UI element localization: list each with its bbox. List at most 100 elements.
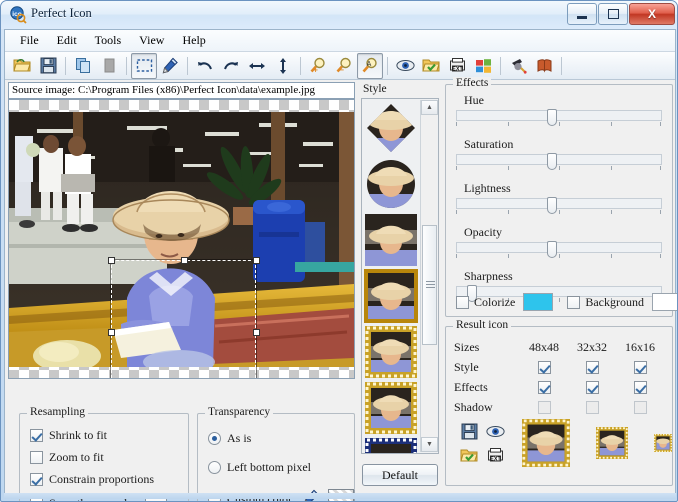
- slider-saturation-label: Saturation: [464, 137, 514, 151]
- selection-handle-e[interactable]: [253, 329, 260, 336]
- effects-48-checkbox[interactable]: [537, 380, 551, 394]
- result-actions-and-previews: EXT: [456, 419, 672, 470]
- style-thumb-circle[interactable]: [365, 158, 417, 210]
- open-folder-icon[interactable]: [9, 53, 35, 79]
- menu-view[interactable]: View: [130, 30, 173, 51]
- background-color-swatch[interactable]: [651, 293, 677, 311]
- folder-check-icon[interactable]: [418, 53, 444, 79]
- style-thumb-plain-square[interactable]: [365, 214, 417, 266]
- option-as-is[interactable]: As is: [208, 431, 251, 446]
- zoom-in-icon[interactable]: +: [305, 53, 331, 79]
- scroll-up-arrow-icon[interactable]: ▲: [421, 100, 438, 115]
- save-icon[interactable]: [35, 53, 61, 79]
- rotate-right-icon[interactable]: [218, 53, 244, 79]
- selection-handle-w[interactable]: [108, 329, 115, 336]
- effects-16-checkbox[interactable]: [633, 380, 647, 394]
- colorize-color-swatch[interactable]: [523, 293, 554, 311]
- wizard-icon[interactable]: [505, 53, 531, 79]
- shrink-to-fit-checkbox[interactable]: [30, 429, 43, 442]
- close-icon: X: [647, 7, 656, 21]
- default-button[interactable]: Default: [362, 464, 438, 486]
- maximize-button[interactable]: [598, 3, 628, 25]
- image-canvas[interactable]: [8, 99, 355, 379]
- result-row-sizes: Sizes 48x48 32x32 16x16: [454, 337, 666, 357]
- svg-text:A: A: [367, 61, 372, 68]
- menu-edit[interactable]: Edit: [48, 30, 86, 51]
- shadow-48-checkbox[interactable]: [537, 400, 551, 414]
- toolbar-separator: [387, 56, 388, 75]
- flip-horizontal-icon[interactable]: [244, 53, 270, 79]
- style-scrollbar[interactable]: ▲ ▼: [420, 100, 438, 452]
- result-folder-check-icon[interactable]: [456, 443, 482, 467]
- slider-hue-track[interactable]: [456, 109, 662, 126]
- style-thumb-gold-stamp-a[interactable]: [365, 326, 417, 378]
- rotate-left-icon[interactable]: [192, 53, 218, 79]
- slider-opacity-track[interactable]: [456, 241, 662, 258]
- zoom-out-icon[interactable]: −: [331, 53, 357, 79]
- result-export-ext-icon[interactable]: EXT: [482, 443, 508, 467]
- scrollbar-thumb[interactable]: [422, 225, 437, 345]
- help-book-icon[interactable]: [531, 53, 557, 79]
- slider-saturation-track[interactable]: [456, 153, 662, 170]
- option-constrain-proportions[interactable]: Constrain proportions: [30, 472, 154, 487]
- menu-help[interactable]: Help: [173, 30, 214, 51]
- paste-icon[interactable]: [96, 53, 122, 79]
- left-bottom-pixel-label: Left bottom pixel: [227, 460, 311, 474]
- slider-saturation-ticks: [456, 165, 662, 172]
- effects-32-checkbox[interactable]: [585, 380, 599, 394]
- zoom-to-fit-checkbox[interactable]: [30, 451, 43, 464]
- option-shrink-to-fit[interactable]: Shrink to fit: [30, 428, 107, 443]
- windows-icon[interactable]: [470, 53, 496, 79]
- slider-lightness-track[interactable]: [456, 197, 662, 214]
- toolbar-separator: [500, 56, 501, 75]
- slider-hue-label: Hue: [464, 93, 484, 107]
- minimize-button[interactable]: [567, 3, 597, 25]
- result-row-label-sizes: Sizes: [454, 339, 480, 354]
- style-thumb-blue-stamp[interactable]: [365, 438, 417, 453]
- copy-icon[interactable]: [70, 53, 96, 79]
- colorize-checkbox[interactable]: [456, 295, 469, 309]
- zoom-actual-icon[interactable]: A: [357, 52, 383, 79]
- style-48-checkbox[interactable]: [537, 360, 551, 374]
- style-thumb-diamond[interactable]: [365, 102, 417, 154]
- title-bar: ico Perfect Icon X: [1, 1, 677, 29]
- style-16-checkbox[interactable]: [633, 360, 647, 374]
- shadow-16-checkbox[interactable]: [633, 400, 647, 414]
- shrink-to-fit-label: Shrink to fit: [49, 428, 108, 442]
- shadow-32-checkbox[interactable]: [585, 400, 599, 414]
- left-bottom-pixel-radio[interactable]: [208, 461, 221, 474]
- constrain-proportions-checkbox[interactable]: [30, 473, 43, 486]
- status-bar: [4, 493, 676, 499]
- export-ext-icon[interactable]: EXT: [444, 53, 470, 79]
- as-is-radio[interactable]: [208, 432, 221, 445]
- result-action-buttons: EXT: [456, 419, 508, 470]
- menu-tools[interactable]: Tools: [86, 30, 131, 51]
- selection-handle-ne[interactable]: [253, 257, 260, 264]
- style-thumb-gold-frame-thin[interactable]: [364, 269, 418, 323]
- preview-eye-icon[interactable]: [392, 53, 418, 79]
- close-button[interactable]: X: [629, 3, 675, 25]
- window-controls: X: [566, 3, 675, 25]
- slider-lightness-ticks: [456, 209, 662, 216]
- maximize-icon: [607, 9, 619, 19]
- select-rectangle-icon[interactable]: [131, 52, 157, 79]
- result-size-16: 16x16: [625, 339, 655, 354]
- selection-rectangle[interactable]: [108, 257, 260, 378]
- style-32-checkbox[interactable]: [585, 360, 599, 374]
- selection-handle-nw[interactable]: [108, 257, 115, 264]
- menu-bar: File Edit Tools View Help: [5, 30, 675, 52]
- pen-icon[interactable]: [157, 53, 183, 79]
- option-left-bottom-pixel[interactable]: Left bottom pixel: [208, 460, 311, 475]
- slider-sharpness-label: Sharpness: [464, 269, 513, 283]
- result-preview-eye-icon[interactable]: [482, 419, 508, 443]
- result-save-icon[interactable]: [456, 419, 482, 443]
- menu-file[interactable]: File: [11, 30, 48, 51]
- style-thumb-gold-stamp-b[interactable]: [365, 382, 417, 434]
- scroll-down-arrow-icon[interactable]: ▼: [421, 437, 438, 452]
- selection-handle-n[interactable]: [181, 257, 188, 264]
- style-list-panel[interactable]: ▲ ▼: [361, 98, 439, 454]
- flip-vertical-icon[interactable]: [270, 53, 296, 79]
- resampling-group: Resampling Shrink to fit Zoom to fit Con…: [19, 406, 189, 501]
- option-zoom-to-fit[interactable]: Zoom to fit: [30, 450, 104, 465]
- background-checkbox[interactable]: [567, 295, 581, 309]
